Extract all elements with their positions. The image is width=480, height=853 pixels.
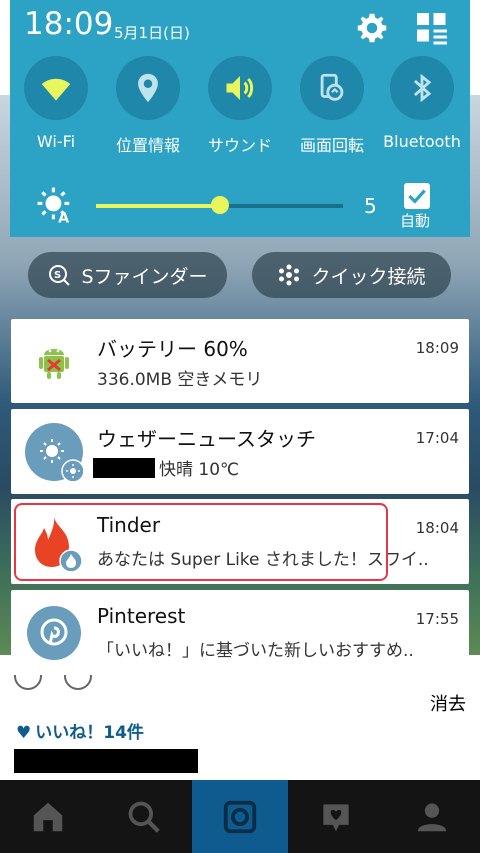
notification-time: 18:04 — [415, 519, 459, 537]
sfinder-icon: S — [49, 265, 71, 286]
auto-brightness-icon: A — [36, 186, 74, 226]
notification-time: 18:09 — [415, 339, 459, 357]
search-icon — [128, 801, 160, 833]
notification-title: バッテリー 60% — [97, 337, 248, 361]
auto-brightness-label: 自動 — [400, 212, 431, 230]
notification-weather[interactable]: ウェザーニュースタッチ 17:04 快晴 10℃ — [11, 409, 469, 494]
tab-activity — [288, 780, 384, 853]
heart-icon: ♥ — [16, 723, 32, 743]
toggle-sound[interactable]: サウンド — [195, 56, 285, 156]
toggle-wifi[interactable]: Wi-Fi — [11, 56, 101, 151]
auto-brightness-checkbox[interactable] — [404, 183, 430, 209]
sfinder-button[interactable]: S Sファインダー — [28, 252, 227, 298]
camera-icon — [223, 800, 257, 833]
location-icon — [116, 56, 180, 120]
bluetooth-icon — [390, 56, 454, 120]
likes-count: ♥ いいね！14件 — [16, 723, 144, 743]
notification-time: 17:55 — [415, 610, 459, 628]
svg-text:A: A — [58, 210, 69, 224]
tab-camera — [192, 780, 288, 853]
weather-app-icon — [25, 423, 85, 483]
activity-icon — [323, 803, 349, 831]
clock: 18:09 — [24, 6, 114, 42]
notification-shade: 18:09 5月1日(日) Wi-Fi 位置情報 サウンド 画面回転 Bluet… — [10, 0, 470, 237]
brightness-slider-fill — [96, 204, 220, 208]
tinder-highlight-box — [14, 503, 388, 581]
checkmark-icon — [408, 189, 426, 204]
svg-text:S: S — [54, 270, 61, 281]
notification-time: 17:04 — [415, 429, 459, 447]
quick-connect-icon — [279, 264, 300, 286]
notification-battery[interactable]: バッテリー 60% 18:09 336.0MB 空きメモリ — [11, 319, 469, 403]
edit-panel-button[interactable] — [414, 10, 450, 46]
notification-body-row: 快晴 10℃ — [93, 455, 455, 480]
notification-pinterest[interactable]: Pinterest 17:55 「いいね！」に基づいた新しいおすすめ.. — [11, 590, 469, 675]
brightness-value: 5 — [364, 194, 377, 218]
profile-icon — [417, 803, 447, 831]
notification-body: 快晴 10℃ — [159, 460, 240, 480]
rotate-icon — [300, 56, 364, 120]
notification-body: 「いいね！」に基づいた新しいおすすめ.. — [97, 641, 414, 661]
toggle-bluetooth[interactable]: Bluetooth — [377, 56, 467, 151]
pinterest-icon — [25, 604, 83, 662]
date-label: 5月1日(日) — [114, 24, 190, 42]
clear-all-button[interactable]: 消去 — [430, 690, 466, 716]
redacted-location — [93, 458, 155, 478]
tab-search — [96, 780, 192, 853]
grid-edit-icon — [417, 13, 447, 45]
android-battery-icon — [25, 333, 83, 391]
tab-home — [0, 780, 96, 853]
toggle-rotation[interactable]: 画面回転 — [287, 56, 377, 156]
quick-connect-button[interactable]: クイック接続 — [252, 252, 451, 298]
tab-profile — [384, 780, 480, 853]
sound-icon — [208, 56, 272, 120]
wifi-icon — [24, 56, 88, 120]
gear-icon — [357, 13, 387, 43]
brightness-slider-track[interactable] — [220, 204, 343, 208]
toggle-location[interactable]: 位置情報 — [103, 56, 193, 156]
redacted-caption — [14, 749, 198, 773]
notification-title: ウェザーニュースタッチ — [97, 427, 316, 451]
app-tab-bar — [0, 780, 480, 853]
home-icon — [33, 802, 63, 831]
brightness-slider-knob[interactable] — [211, 196, 229, 214]
settings-button[interactable] — [354, 10, 390, 46]
notification-body: 336.0MB 空きメモリ — [97, 370, 263, 390]
notification-title: Pinterest — [97, 604, 186, 628]
